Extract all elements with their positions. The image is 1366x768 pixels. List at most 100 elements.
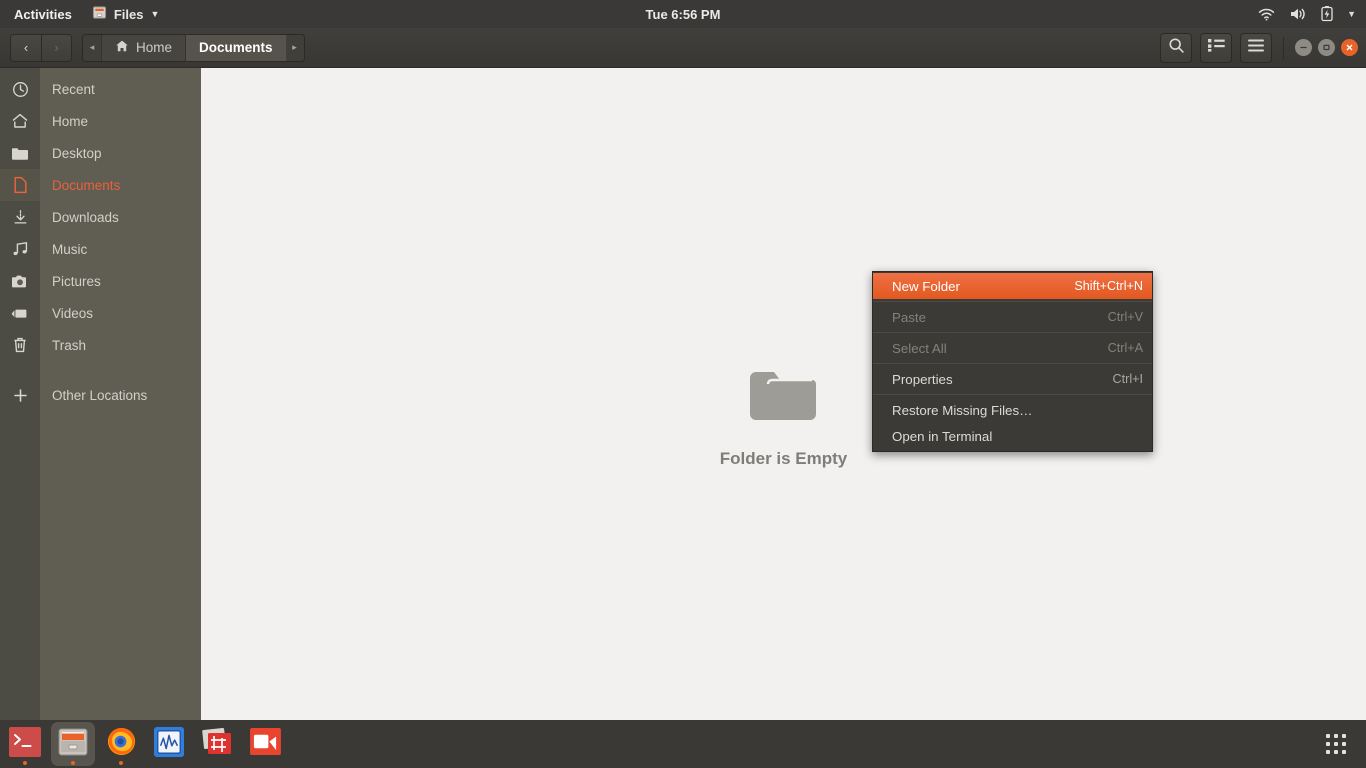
menu-label-new-folder: New Folder [892,279,960,294]
show-applications-button[interactable] [1312,720,1360,768]
breadcrumb-label-home: Home [136,40,172,55]
home-icon [115,39,129,56]
sidebar-label-documents: Documents [52,178,120,193]
dock-item-screenshot[interactable] [195,722,239,766]
empty-folder-placeholder: Folder is Empty [201,368,1366,469]
empty-folder-icon [746,368,822,435]
dock-item-firefox[interactable] [99,722,143,766]
system-monitor-icon [154,727,184,762]
dock-item-screen-recorder[interactable] [243,722,287,766]
sidebar-item-desktop[interactable]: Desktop [0,137,201,169]
menu-item-restore-missing-files[interactable]: Restore Missing Files… [873,397,1152,423]
menu-separator [873,332,1152,333]
menu-label-select-all: Select All [892,341,947,356]
menu-label-open-in-terminal: Open in Terminal [892,429,992,444]
sidebar-label-other-locations: Other Locations [52,388,147,403]
places-sidebar: Recent Home Desktop [0,68,201,720]
menu-accel-paste: Ctrl+V [1108,310,1143,324]
sidebar-label-desktop: Desktop [52,146,102,161]
folder-icon [0,137,40,169]
sidebar-item-other-locations[interactable]: Other Locations [0,379,201,411]
window-controls [1295,39,1358,56]
menu-label-paste: Paste [892,310,926,325]
menu-item-paste[interactable]: Paste Ctrl+V [873,304,1152,330]
system-tray[interactable]: ▼ [1258,6,1356,22]
files-window: ‹ › ◂ Home Documents ▸ [0,28,1366,720]
trash-icon [0,329,40,361]
menu-item-properties[interactable]: Properties Ctrl+I [873,366,1152,392]
navigation-buttons: ‹ › [10,34,72,62]
camera-icon [0,265,40,297]
running-indicator [71,761,75,765]
file-list-view[interactable]: Folder is Empty New Folder Shift+Ctrl+N … [201,68,1366,720]
breadcrumb-scroll-left[interactable]: ◂ [83,34,101,62]
sidebar-label-recent: Recent [52,82,95,97]
wifi-icon [1258,8,1275,21]
battery-icon [1321,6,1333,22]
menu-accel-properties: Ctrl+I [1113,372,1143,386]
gnome-top-bar: Activities Files ▼ Tue 6:56 PM [0,0,1366,28]
show-applications-icon [1326,734,1346,754]
system-menu-chevron-icon: ▼ [1347,9,1356,19]
context-menu: New Folder Shift+Ctrl+N Paste Ctrl+V Sel… [872,271,1153,452]
menu-label-properties: Properties [892,372,953,387]
minimize-button[interactable] [1295,39,1312,56]
menu-accel-new-folder: Shift+Ctrl+N [1074,279,1143,293]
header-separator [1283,37,1284,59]
dock-item-system-monitor[interactable] [147,722,191,766]
sidebar-item-home[interactable]: Home [0,105,201,137]
dock [0,720,1366,768]
sidebar-label-videos: Videos [52,306,93,321]
running-indicator [23,761,27,765]
breadcrumb-label-documents: Documents [199,40,273,55]
sidebar-label-home: Home [52,114,88,129]
forward-button[interactable]: › [41,35,71,61]
breadcrumb-item-home[interactable]: Home [101,34,185,62]
menu-label-restore-missing-files: Restore Missing Files… [892,403,1032,418]
breadcrumb: ◂ Home Documents ▸ [82,34,305,62]
sidebar-item-trash[interactable]: Trash [0,329,201,361]
sidebar-item-videos[interactable]: Videos [0,297,201,329]
sidebar-item-music[interactable]: Music [0,233,201,265]
menu-item-select-all[interactable]: Select All Ctrl+A [873,335,1152,361]
dock-item-files[interactable] [51,722,95,766]
dock-item-terminal[interactable] [3,722,47,766]
clock-icon [0,73,40,105]
sidebar-label-pictures: Pictures [52,274,101,289]
back-button[interactable]: ‹ [11,35,41,61]
sidebar-item-recent[interactable]: Recent [0,73,201,105]
sidebar-item-pictures[interactable]: Pictures [0,265,201,297]
menu-separator [873,363,1152,364]
menu-accel-select-all: Ctrl+A [1108,341,1143,355]
empty-folder-label: Folder is Empty [720,449,848,469]
main-menu-button[interactable] [1240,33,1272,63]
search-button[interactable] [1160,33,1192,63]
sidebar-separator [0,361,201,379]
search-icon [1168,37,1185,59]
clock[interactable]: Tue 6:56 PM [0,7,1366,22]
close-button[interactable] [1341,39,1358,56]
sidebar-item-downloads[interactable]: Downloads [0,201,201,233]
menu-item-new-folder[interactable]: New Folder Shift+Ctrl+N [873,273,1152,299]
maximize-button[interactable] [1318,39,1335,56]
sidebar-label-downloads: Downloads [52,210,119,225]
list-view-icon [1208,38,1225,57]
breadcrumb-scroll-right[interactable]: ▸ [286,34,304,62]
hamburger-menu-icon [1248,39,1264,57]
music-icon [0,233,40,265]
sidebar-label-trash: Trash [52,338,86,353]
plus-icon [0,379,40,411]
document-icon [0,169,40,201]
video-icon [0,297,40,329]
files-icon [57,726,89,763]
window-header-bar: ‹ › ◂ Home Documents ▸ [0,28,1366,68]
menu-item-open-in-terminal[interactable]: Open in Terminal [873,423,1152,449]
firefox-icon [106,726,137,762]
sidebar-label-music: Music [52,242,87,257]
download-icon [0,201,40,233]
breadcrumb-item-documents[interactable]: Documents [185,34,286,62]
view-options-button[interactable] [1200,33,1232,63]
terminal-icon [9,727,41,762]
screenshot-icon [201,727,233,762]
sidebar-item-documents[interactable]: Documents [0,169,201,201]
